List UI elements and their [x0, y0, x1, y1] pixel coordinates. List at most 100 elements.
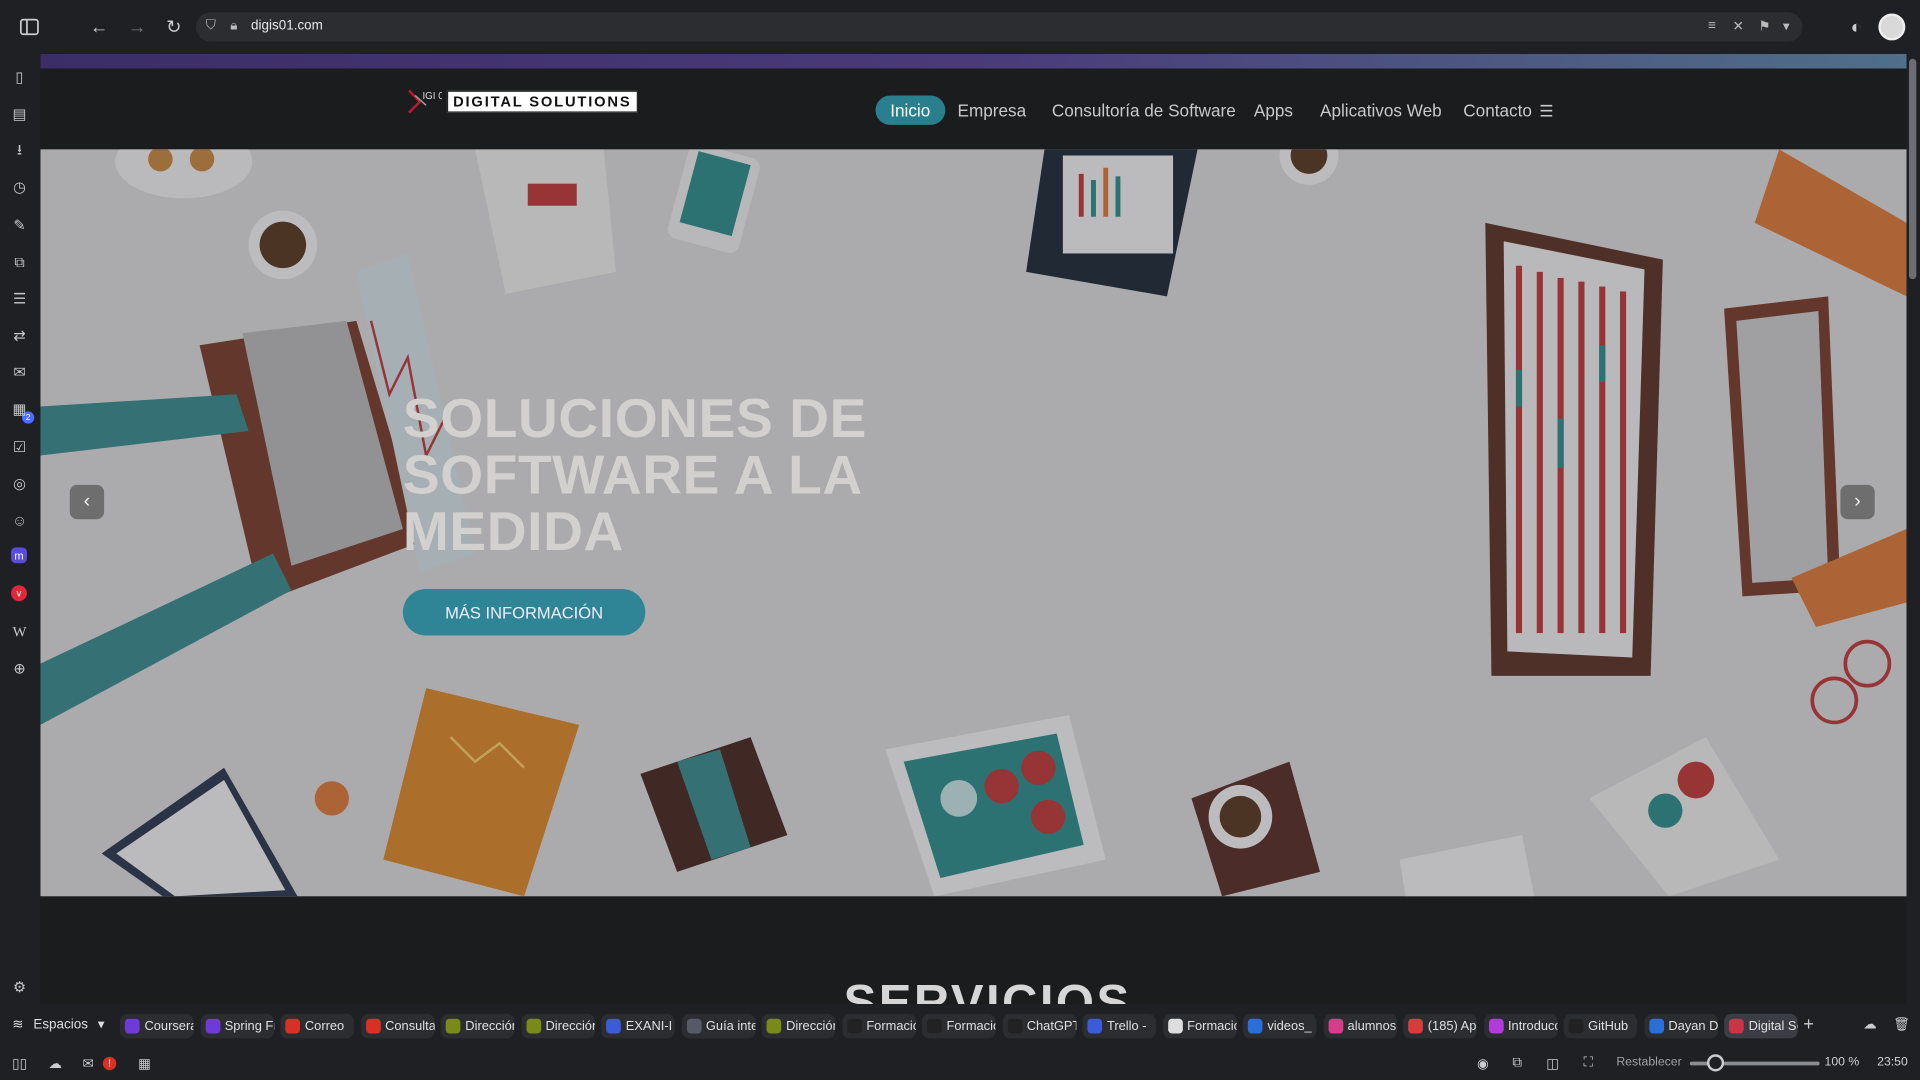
zoom-slider-handle[interactable]	[1707, 1054, 1725, 1072]
vivaldi-icon[interactable]: v	[11, 585, 27, 602]
browser-tab[interactable]: Formación	[841, 1013, 916, 1039]
notes-icon[interactable]: ✎	[10, 216, 30, 236]
browser-tab[interactable]: videos_	[1242, 1013, 1317, 1039]
browser-tab[interactable]: Consulta	[360, 1013, 435, 1039]
panel-toggle-icon[interactable]: ▯▯	[10, 1054, 30, 1071]
chevron-down-icon[interactable]: ▾	[1783, 18, 1790, 35]
browser-toolbar: ← → ↻ ⛉ 🔒︎ digis01.com ≡ ✕ ⚑ ▾ ◐	[0, 0, 1920, 54]
capture-icon[interactable]: ◉	[1473, 1054, 1493, 1071]
page-actions-icon[interactable]: ◫	[1543, 1054, 1563, 1071]
tab-favicon-icon	[285, 1018, 301, 1034]
mail-icon[interactable]: ✉	[10, 362, 30, 382]
tab-favicon-icon	[846, 1018, 862, 1034]
browser-tab[interactable]: Spring Framework	[200, 1013, 274, 1039]
tab-label: Formación	[866, 1018, 915, 1034]
trash-icon[interactable]: 🗑︎	[1892, 1015, 1912, 1032]
page-scrollbar[interactable]	[1906, 53, 1920, 1005]
settings-icon[interactable]: ⚙	[10, 977, 30, 997]
new-tab-icon[interactable]: +	[1799, 1013, 1819, 1034]
spaces-label: Espacios	[33, 1016, 88, 1032]
chevron-right-icon: ›	[1854, 491, 1861, 512]
browser-tab[interactable]: Dirección	[761, 1013, 836, 1039]
browser-tab[interactable]: Digital Solutions	[1724, 1013, 1798, 1039]
feeds-icon[interactable]: ◎	[10, 474, 30, 494]
spaces-menu[interactable]: ≋ Espacios ▾	[12, 1016, 104, 1032]
alert-icon[interactable]: !	[102, 1056, 117, 1071]
browser-tab[interactable]: EXANI-I	[601, 1013, 675, 1039]
browser-tab[interactable]: Formación	[922, 1013, 996, 1039]
browser-tab[interactable]: Dirección	[521, 1013, 595, 1039]
nav-item-aplicativos-web[interactable]: Aplicativos Web	[1320, 96, 1442, 125]
forward-icon[interactable]: →	[125, 15, 149, 39]
browser-tab[interactable]: Correo	[280, 1013, 354, 1039]
clock: 23:50	[1877, 1055, 1908, 1069]
tiling-icon[interactable]: ⧉	[1507, 1054, 1527, 1071]
tab-label: Dirección	[545, 1018, 595, 1034]
carousel-prev-button[interactable]: ‹	[69, 484, 105, 520]
hero-carousel: SOLUCIONES DE SOFTWARE A LA MEDIDA MÁS I…	[40, 149, 1907, 897]
shield-icon[interactable]: ⛉	[206, 18, 216, 34]
sync-cloud-icon[interactable]: ☁	[45, 1054, 65, 1071]
sync-icon[interactable]: ⇄	[10, 326, 30, 346]
browser-tab[interactable]: alumnos	[1323, 1013, 1397, 1039]
tab-favicon-icon	[606, 1018, 621, 1034]
browser-tab[interactable]: Introducción	[1483, 1013, 1557, 1039]
site-logo[interactable]: IGI 01 DIGITAL SOLUTIONS	[405, 86, 638, 118]
zoom-level: 100 %	[1824, 1055, 1860, 1069]
carousel-next-button[interactable]: ›	[1840, 484, 1875, 520]
web-viewport: IGI 01 DIGITAL SOLUTIONS Inicio Empresa …	[40, 53, 1907, 1005]
tab-favicon-icon	[1488, 1018, 1504, 1034]
browser-tab[interactable]: GitHub	[1563, 1013, 1638, 1039]
address-bar[interactable]: ⛉ 🔒︎ digis01.com ≡ ✕ ⚑ ▾	[195, 12, 1803, 42]
tab-favicon-icon	[686, 1018, 702, 1034]
more-info-button[interactable]: MÁS INFORMACIÓN	[402, 588, 646, 636]
mail-status-icon[interactable]: ✉	[78, 1054, 98, 1071]
cloud-icon[interactable]: ☁	[1860, 1015, 1880, 1032]
reset-zoom-button[interactable]: Restablecer	[1616, 1056, 1681, 1069]
nav-item-inicio[interactable]: Inicio	[875, 95, 945, 125]
hamburger-icon[interactable]: ☰	[1539, 102, 1553, 120]
tab-label: Trello -	[1106, 1018, 1147, 1034]
tab-label: Formación	[1187, 1018, 1236, 1034]
browser-tab[interactable]: (185) Apps	[1403, 1013, 1477, 1039]
nav-item-apps[interactable]: Apps	[1254, 96, 1293, 125]
scroll-thumb[interactable]	[1908, 58, 1917, 280]
back-icon[interactable]: ←	[87, 15, 111, 39]
calendar-status-icon[interactable]: ▦	[135, 1054, 155, 1071]
tab-favicon-icon	[1007, 1018, 1022, 1034]
add-panel-icon[interactable]: ⊕	[10, 659, 30, 679]
bookmarks-icon[interactable]: ▯	[10, 67, 30, 87]
url-text[interactable]: digis01.com	[251, 18, 323, 33]
avatar[interactable]	[1878, 13, 1906, 41]
bookmark-icon[interactable]: ⚑	[1758, 18, 1770, 35]
nav-item-consultoria[interactable]: Consultoría de Software	[1052, 96, 1236, 125]
incognito-icon[interactable]: ◐	[1844, 15, 1868, 39]
calendar-icon[interactable]: ▦	[10, 399, 30, 419]
translate-panel-icon[interactable]: ⧉	[10, 252, 30, 272]
contacts-icon[interactable]: ☺	[10, 511, 30, 531]
history-icon[interactable]: ◷	[10, 178, 30, 198]
downloads-icon[interactable]: ⭳	[10, 140, 30, 161]
lock-icon[interactable]: 🔒︎	[230, 18, 237, 34]
image-icon[interactable]: ⛶	[1578, 1054, 1598, 1071]
chevron-left-icon: ‹	[83, 491, 91, 512]
browser-tab[interactable]: Dirección	[440, 1013, 515, 1039]
reload-icon[interactable]: ↻	[162, 15, 186, 39]
browser-tab[interactable]: Guía interactiva	[681, 1013, 755, 1039]
wikipedia-icon[interactable]: W	[10, 622, 30, 642]
reader-icon[interactable]: ≡	[1708, 18, 1716, 33]
mastodon-icon[interactable]: m	[11, 547, 27, 564]
translate-icon[interactable]: ✕	[1733, 18, 1744, 35]
browser-tab[interactable]: Trello -	[1082, 1013, 1156, 1039]
browser-tab[interactable]: Coursera	[120, 1013, 194, 1039]
browser-tab[interactable]: Formación	[1162, 1013, 1237, 1039]
sidebar-toggle-icon[interactable]	[17, 15, 41, 39]
browser-tab[interactable]: ChatGPT	[1002, 1013, 1076, 1039]
tasks-icon[interactable]: ☑	[10, 437, 30, 457]
window-icon[interactable]: ☰	[10, 289, 30, 309]
logo-mark-text: IGI 01	[422, 91, 442, 102]
nav-item-empresa[interactable]: Empresa	[958, 96, 1027, 125]
reading-list-icon[interactable]: ▤	[10, 104, 30, 124]
browser-tab[interactable]: Dayan D	[1643, 1013, 1718, 1039]
nav-item-contacto[interactable]: Contacto ☰	[1463, 96, 1553, 125]
